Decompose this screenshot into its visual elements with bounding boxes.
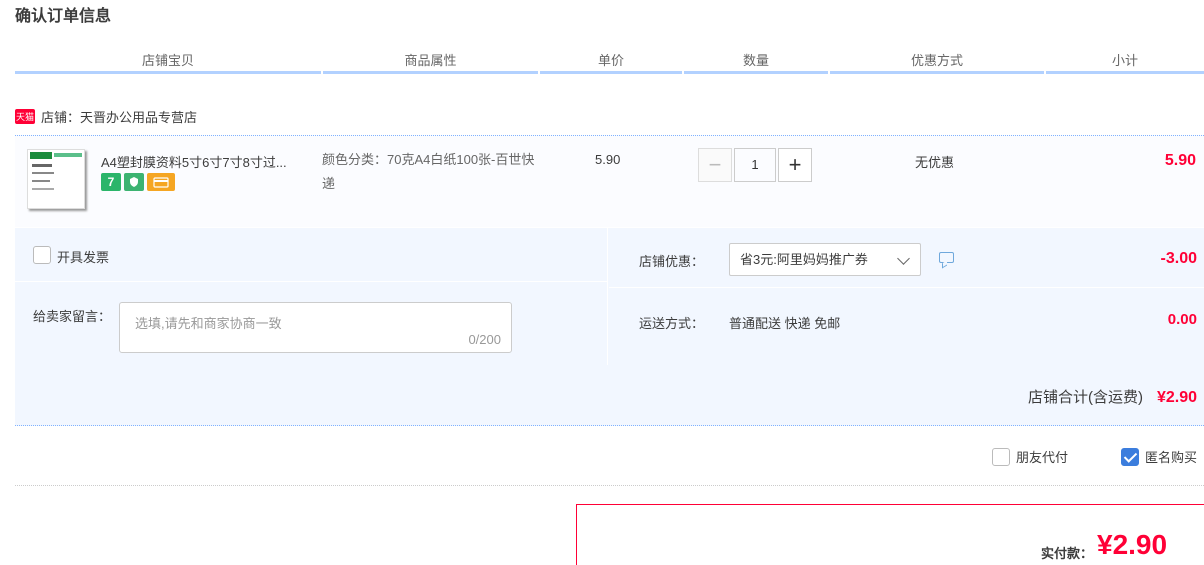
product-attributes: 颜色分类：70克A4白纸100张-百世快递	[322, 152, 535, 191]
anonymous-purchase-option[interactable]: 匿名购买	[1121, 447, 1197, 466]
shop-promotion-selected: 省3元:阿里妈妈推广券	[740, 252, 868, 267]
order-options-row: 朋友代付 匿名购买	[15, 428, 1204, 486]
buyer-options: 开具发票 给卖家留言： 选填,请先和商家协商一致 0/200	[15, 228, 608, 365]
shop-promotion-label: 店铺优惠：	[639, 254, 705, 269]
shop-total-label: 店铺合计(含运费)	[1027, 389, 1143, 406]
shipping-label: 运送方式：	[639, 316, 705, 331]
product-title-link[interactable]: A4塑封膜资料5寸6寸7寸8寸过...	[101, 152, 321, 171]
column-header-unit-price: 单价	[540, 50, 682, 74]
shop-total-amount: ¥2.90	[1156, 389, 1197, 406]
guarantee-icon[interactable]	[124, 173, 144, 191]
friend-pay-option[interactable]: 朋友代付	[992, 447, 1068, 466]
friend-pay-checkbox[interactable]	[992, 447, 1010, 466]
order-item-row: A4塑封膜资料5寸6寸7寸8寸过... 7 颜色分类：70克A4白纸100张-百…	[15, 135, 1204, 227]
invoice-row: 开具发票	[15, 228, 608, 282]
column-header-attributes: 商品属性	[323, 50, 538, 74]
memo-placeholder: 选填,请先和商家协商一致	[135, 316, 282, 331]
unit-price: 5.90	[595, 152, 621, 167]
seven-day-return-icon[interactable]: 7	[101, 173, 121, 191]
shop-promotion-amount: -3.00	[1160, 250, 1197, 267]
quantity-input[interactable]: 1	[734, 148, 776, 182]
product-thumbnail[interactable]	[27, 149, 85, 209]
memo-label: 给卖家留言：	[33, 309, 112, 324]
memo-char-count: 0/200	[468, 332, 501, 347]
chevron-down-icon	[897, 252, 910, 265]
discount-method: 无优惠	[915, 155, 955, 170]
shop-promotion-select[interactable]: 省3元:阿里妈妈推广券	[729, 243, 921, 276]
payment-amount: ¥2.90	[1097, 529, 1168, 560]
anonymous-purchase-checkbox[interactable]	[1121, 447, 1139, 466]
invoice-label[interactable]: 开具发票	[57, 247, 109, 266]
invoice-checkbox[interactable]	[33, 246, 51, 264]
page-title: 确认订单信息	[15, 8, 112, 25]
shop-name-link[interactable]: 店铺：天晋办公用品专营店	[41, 107, 197, 126]
payment-label: 实付款：	[1041, 546, 1094, 561]
shop-fees: 店铺优惠： 省3元:阿里妈妈推广券 -3.00 运送方式： 普通配送 快递 免邮…	[609, 228, 1204, 365]
shipping-fee: 0.00	[1167, 311, 1197, 328]
column-header-item: 店铺宝贝	[15, 50, 321, 74]
quantity-stepper: − 1 +	[698, 148, 812, 182]
shop-total: 店铺合计(含运费) ¥2.90	[1028, 386, 1197, 407]
shop-line: 天猫 店铺：天晋办公用品专营店	[15, 106, 197, 126]
payment-summary-box: 实付款： ¥2.90	[576, 504, 1204, 565]
service-badges: 7	[101, 173, 175, 191]
column-header-discount: 优惠方式	[830, 50, 1044, 74]
column-header-quantity: 数量	[684, 50, 828, 74]
order-extras-panel: 开具发票 给卖家留言： 选填,请先和商家协商一致 0/200 店铺优惠： 省3元…	[15, 228, 1204, 426]
column-header-subtotal: 小计	[1046, 50, 1204, 74]
friend-pay-label[interactable]: 朋友代付	[1016, 447, 1068, 466]
quantity-increase-button[interactable]: +	[778, 148, 812, 182]
credit-card-icon[interactable]	[147, 173, 175, 191]
tmall-icon: 天猫	[15, 108, 35, 124]
item-subtotal: 5.90	[1164, 152, 1196, 169]
shop-promotion-row: 店铺优惠： 省3元:阿里妈妈推广券 -3.00	[609, 228, 1204, 288]
quantity-decrease-button[interactable]: −	[698, 148, 732, 182]
chat-bubble-icon[interactable]	[939, 252, 954, 263]
anonymous-purchase-label[interactable]: 匿名购买	[1145, 447, 1197, 466]
shipping-method: 普通配送 快递 免邮	[729, 316, 841, 331]
seller-memo-textarea[interactable]: 选填,请先和商家协商一致 0/200	[119, 302, 512, 353]
